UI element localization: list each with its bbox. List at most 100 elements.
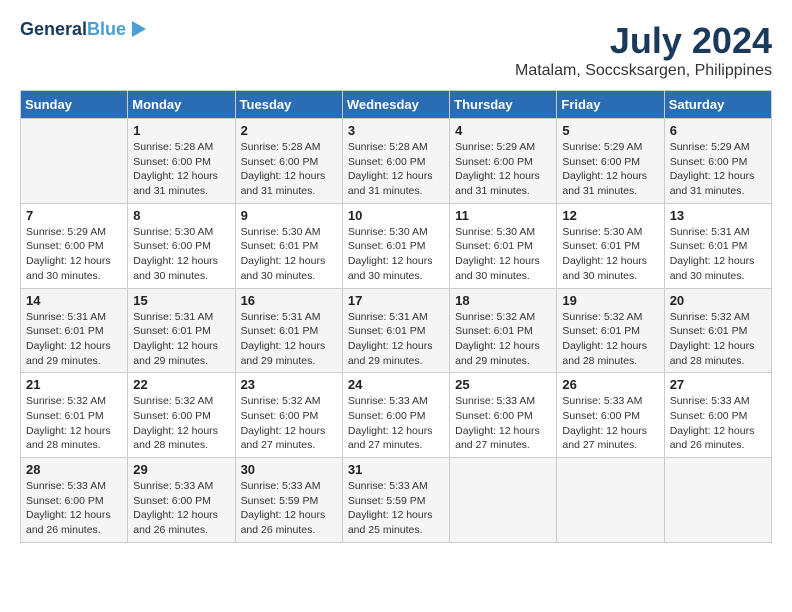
calendar-week-row: 28 Sunrise: 5:33 AM Sunset: 6:00 PM Dayli… xyxy=(21,458,772,543)
calendar-day-14: 14Sunrise: 5:31 AM Sunset: 6:01 PM Dayli… xyxy=(21,288,128,373)
day-info: Sunrise: 5:29 AM Sunset: 6:00 PM Dayligh… xyxy=(562,140,658,199)
day-info: Sunrise: 5:33 AM Sunset: 6:00 PM Dayligh… xyxy=(562,394,658,453)
calendar-week-row: 14Sunrise: 5:31 AM Sunset: 6:01 PM Dayli… xyxy=(21,288,772,373)
day-info: Sunrise: 5:32 AM Sunset: 6:00 PM Dayligh… xyxy=(241,394,337,453)
calendar-empty-cell xyxy=(21,119,128,204)
calendar-day-21: 21 Sunrise: 5:32 AM Sunset: 6:01 PM Dayli… xyxy=(21,373,128,458)
day-info: Sunrise: 5:33 AM Sunset: 5:59 PM Dayligh… xyxy=(348,479,444,538)
calendar-day-8: 8Sunrise: 5:30 AM Sunset: 6:00 PM Daylig… xyxy=(128,203,235,288)
day-info: Sunrise: 5:28 AM Sunset: 6:00 PM Dayligh… xyxy=(241,140,337,199)
day-info: Sunrise: 5:31 AM Sunset: 6:01 PM Dayligh… xyxy=(133,310,229,369)
calendar-day-25: 25Sunrise: 5:33 AM Sunset: 6:00 PM Dayli… xyxy=(450,373,557,458)
day-number: 22 xyxy=(133,377,229,392)
day-number: 20 xyxy=(670,293,766,308)
day-info: Sunrise: 5:32 AM Sunset: 6:01 PM Dayligh… xyxy=(670,310,766,369)
calendar-day-24: 24Sunrise: 5:33 AM Sunset: 6:00 PM Dayli… xyxy=(342,373,449,458)
calendar-day-6: 6 Sunrise: 5:29 AM Sunset: 6:00 PM Daylig… xyxy=(664,119,771,204)
day-number: 1 xyxy=(133,123,229,138)
header-saturday: Saturday xyxy=(664,91,771,119)
day-number: 10 xyxy=(348,208,444,223)
day-number: 26 xyxy=(562,377,658,392)
calendar-day-15: 15 Sunrise: 5:31 AM Sunset: 6:01 PM Dayli… xyxy=(128,288,235,373)
day-number: 16 xyxy=(241,293,337,308)
calendar-day-20: 20 Sunrise: 5:32 AM Sunset: 6:01 PM Dayli… xyxy=(664,288,771,373)
calendar-day-11: 11 Sunrise: 5:30 AM Sunset: 6:01 PM Dayli… xyxy=(450,203,557,288)
calendar-week-row: 21 Sunrise: 5:32 AM Sunset: 6:01 PM Dayli… xyxy=(21,373,772,458)
calendar-day-26: 26 Sunrise: 5:33 AM Sunset: 6:00 PM Dayli… xyxy=(557,373,664,458)
calendar-week-row: 7 Sunrise: 5:29 AM Sunset: 6:00 PM Daylig… xyxy=(21,203,772,288)
calendar-day-2: 2 Sunrise: 5:28 AM Sunset: 6:00 PM Daylig… xyxy=(235,119,342,204)
day-number: 6 xyxy=(670,123,766,138)
day-info: Sunrise: 5:29 AM Sunset: 6:00 PM Dayligh… xyxy=(455,140,551,199)
calendar-day-12: 12Sunrise: 5:30 AM Sunset: 6:01 PM Dayli… xyxy=(557,203,664,288)
calendar-header-row: SundayMondayTuesdayWednesdayThursdayFrid… xyxy=(21,91,772,119)
day-info: Sunrise: 5:32 AM Sunset: 6:01 PM Dayligh… xyxy=(562,310,658,369)
day-number: 4 xyxy=(455,123,551,138)
calendar-day-17: 17Sunrise: 5:31 AM Sunset: 6:01 PM Dayli… xyxy=(342,288,449,373)
header-thursday: Thursday xyxy=(450,91,557,119)
day-info: Sunrise: 5:31 AM Sunset: 6:01 PM Dayligh… xyxy=(26,310,122,369)
day-number: 27 xyxy=(670,377,766,392)
logo-arrow-icon xyxy=(128,19,148,39)
calendar-day-13: 13Sunrise: 5:31 AM Sunset: 6:01 PM Dayli… xyxy=(664,203,771,288)
day-number: 29 xyxy=(133,462,229,477)
header-sunday: Sunday xyxy=(21,91,128,119)
day-info: Sunrise: 5:29 AM Sunset: 6:00 PM Dayligh… xyxy=(670,140,766,199)
calendar-day-16: 16 Sunrise: 5:31 AM Sunset: 6:01 PM Dayli… xyxy=(235,288,342,373)
day-info: Sunrise: 5:33 AM Sunset: 6:00 PM Dayligh… xyxy=(26,479,122,538)
calendar-day-29: 29 Sunrise: 5:33 AM Sunset: 6:00 PM Dayli… xyxy=(128,458,235,543)
day-info: Sunrise: 5:31 AM Sunset: 6:01 PM Dayligh… xyxy=(670,225,766,284)
header-monday: Monday xyxy=(128,91,235,119)
calendar-day-3: 3 Sunrise: 5:28 AM Sunset: 6:00 PM Daylig… xyxy=(342,119,449,204)
calendar-day-18: 18 Sunrise: 5:32 AM Sunset: 6:01 PM Dayli… xyxy=(450,288,557,373)
calendar-day-4: 4 Sunrise: 5:29 AM Sunset: 6:00 PM Daylig… xyxy=(450,119,557,204)
day-number: 21 xyxy=(26,377,122,392)
day-info: Sunrise: 5:28 AM Sunset: 6:00 PM Dayligh… xyxy=(348,140,444,199)
day-number: 7 xyxy=(26,208,122,223)
calendar-day-9: 9 Sunrise: 5:30 AM Sunset: 6:01 PM Daylig… xyxy=(235,203,342,288)
day-number: 2 xyxy=(241,123,337,138)
day-number: 19 xyxy=(562,293,658,308)
calendar-day-23: 23 Sunrise: 5:32 AM Sunset: 6:00 PM Dayli… xyxy=(235,373,342,458)
day-info: Sunrise: 5:33 AM Sunset: 6:00 PM Dayligh… xyxy=(133,479,229,538)
day-number: 23 xyxy=(241,377,337,392)
calendar-day-27: 27Sunrise: 5:33 AM Sunset: 6:00 PM Dayli… xyxy=(664,373,771,458)
day-info: Sunrise: 5:33 AM Sunset: 5:59 PM Dayligh… xyxy=(241,479,337,538)
day-info: Sunrise: 5:30 AM Sunset: 6:01 PM Dayligh… xyxy=(562,225,658,284)
day-info: Sunrise: 5:32 AM Sunset: 6:01 PM Dayligh… xyxy=(26,394,122,453)
day-number: 28 xyxy=(26,462,122,477)
day-info: Sunrise: 5:33 AM Sunset: 6:00 PM Dayligh… xyxy=(348,394,444,453)
location-title: Matalam, Soccsksargen, Philippines xyxy=(515,62,772,80)
calendar-day-30: 30Sunrise: 5:33 AM Sunset: 5:59 PM Dayli… xyxy=(235,458,342,543)
day-info: Sunrise: 5:28 AM Sunset: 6:00 PM Dayligh… xyxy=(133,140,229,199)
calendar-day-10: 10 Sunrise: 5:30 AM Sunset: 6:01 PM Dayli… xyxy=(342,203,449,288)
day-info: Sunrise: 5:31 AM Sunset: 6:01 PM Dayligh… xyxy=(241,310,337,369)
calendar-empty-cell xyxy=(557,458,664,543)
day-number: 18 xyxy=(455,293,551,308)
day-number: 25 xyxy=(455,377,551,392)
day-number: 3 xyxy=(348,123,444,138)
day-number: 15 xyxy=(133,293,229,308)
calendar-day-1: 1 Sunrise: 5:28 AM Sunset: 6:00 PM Daylig… xyxy=(128,119,235,204)
calendar-day-31: 31 Sunrise: 5:33 AM Sunset: 5:59 PM Dayli… xyxy=(342,458,449,543)
calendar-day-19: 19 Sunrise: 5:32 AM Sunset: 6:01 PM Dayli… xyxy=(557,288,664,373)
calendar-empty-cell xyxy=(450,458,557,543)
day-number: 5 xyxy=(562,123,658,138)
calendar-table: SundayMondayTuesdayWednesdayThursdayFrid… xyxy=(20,90,772,543)
day-info: Sunrise: 5:30 AM Sunset: 6:01 PM Dayligh… xyxy=(241,225,337,284)
day-info: Sunrise: 5:30 AM Sunset: 6:00 PM Dayligh… xyxy=(133,225,229,284)
calendar-day-5: 5 Sunrise: 5:29 AM Sunset: 6:00 PM Daylig… xyxy=(557,119,664,204)
day-info: Sunrise: 5:30 AM Sunset: 6:01 PM Dayligh… xyxy=(348,225,444,284)
day-number: 31 xyxy=(348,462,444,477)
day-number: 17 xyxy=(348,293,444,308)
day-info: Sunrise: 5:32 AM Sunset: 6:01 PM Dayligh… xyxy=(455,310,551,369)
month-title: July 2024 xyxy=(515,20,772,62)
calendar-week-row: 1 Sunrise: 5:28 AM Sunset: 6:00 PM Daylig… xyxy=(21,119,772,204)
day-number: 11 xyxy=(455,208,551,223)
calendar-day-22: 22Sunrise: 5:32 AM Sunset: 6:00 PM Dayli… xyxy=(128,373,235,458)
title-section: July 2024 Matalam, Soccsksargen, Philipp… xyxy=(515,20,772,80)
day-number: 9 xyxy=(241,208,337,223)
calendar-empty-cell xyxy=(664,458,771,543)
day-info: Sunrise: 5:30 AM Sunset: 6:01 PM Dayligh… xyxy=(455,225,551,284)
day-info: Sunrise: 5:29 AM Sunset: 6:00 PM Dayligh… xyxy=(26,225,122,284)
